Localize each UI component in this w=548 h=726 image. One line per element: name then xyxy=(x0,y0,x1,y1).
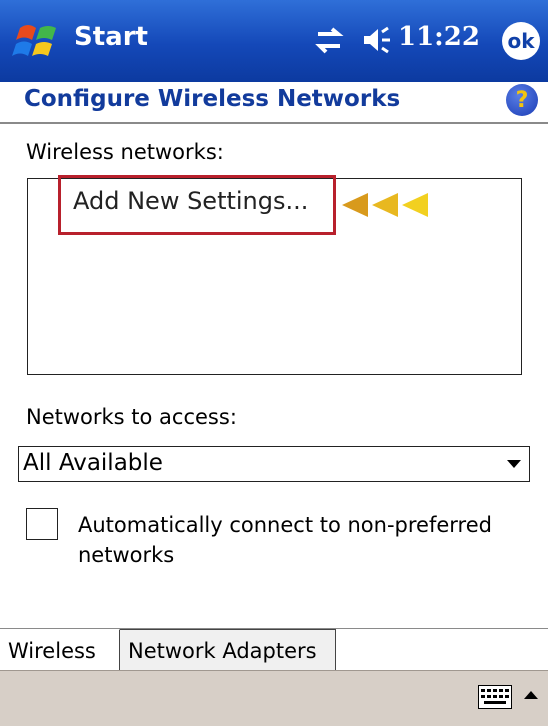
title-bar: Start 11:22 ok xyxy=(0,0,548,82)
ok-button[interactable]: ok xyxy=(502,22,540,60)
callout-highlight-box xyxy=(58,175,336,235)
page-header: Configure Wireless Networks ? xyxy=(0,82,548,122)
volume-icon[interactable] xyxy=(360,24,394,56)
page-title: Configure Wireless Networks xyxy=(24,86,401,112)
input-panel-up-arrow-icon[interactable] xyxy=(524,691,538,699)
wireless-networks-label: Wireless networks: xyxy=(26,140,224,164)
auto-connect-label[interactable]: Automatically connect to non-preferred n… xyxy=(78,510,528,570)
auto-connect-checkbox[interactable] xyxy=(26,508,58,540)
start-menu-label[interactable]: Start xyxy=(74,22,148,52)
help-icon[interactable]: ? xyxy=(506,84,538,116)
networks-to-access-select[interactable]: All Available xyxy=(18,446,530,482)
clock[interactable]: 11:22 xyxy=(398,22,480,52)
header-divider xyxy=(0,122,548,124)
tab-network-adapters[interactable]: Network Adapters xyxy=(120,629,336,671)
command-bar xyxy=(0,670,548,726)
keyboard-icon[interactable] xyxy=(478,685,512,709)
tab-wireless[interactable]: Wireless xyxy=(0,629,120,671)
dropdown-arrow-icon[interactable] xyxy=(507,460,521,468)
callout-arrows-icon xyxy=(342,193,428,217)
connectivity-icon[interactable] xyxy=(312,26,346,56)
windows-flag-icon[interactable] xyxy=(12,18,66,66)
networks-to-access-label: Networks to access: xyxy=(26,405,237,429)
tab-strip: Wireless Network Adapters xyxy=(0,628,548,671)
networks-to-access-value: All Available xyxy=(23,450,163,476)
